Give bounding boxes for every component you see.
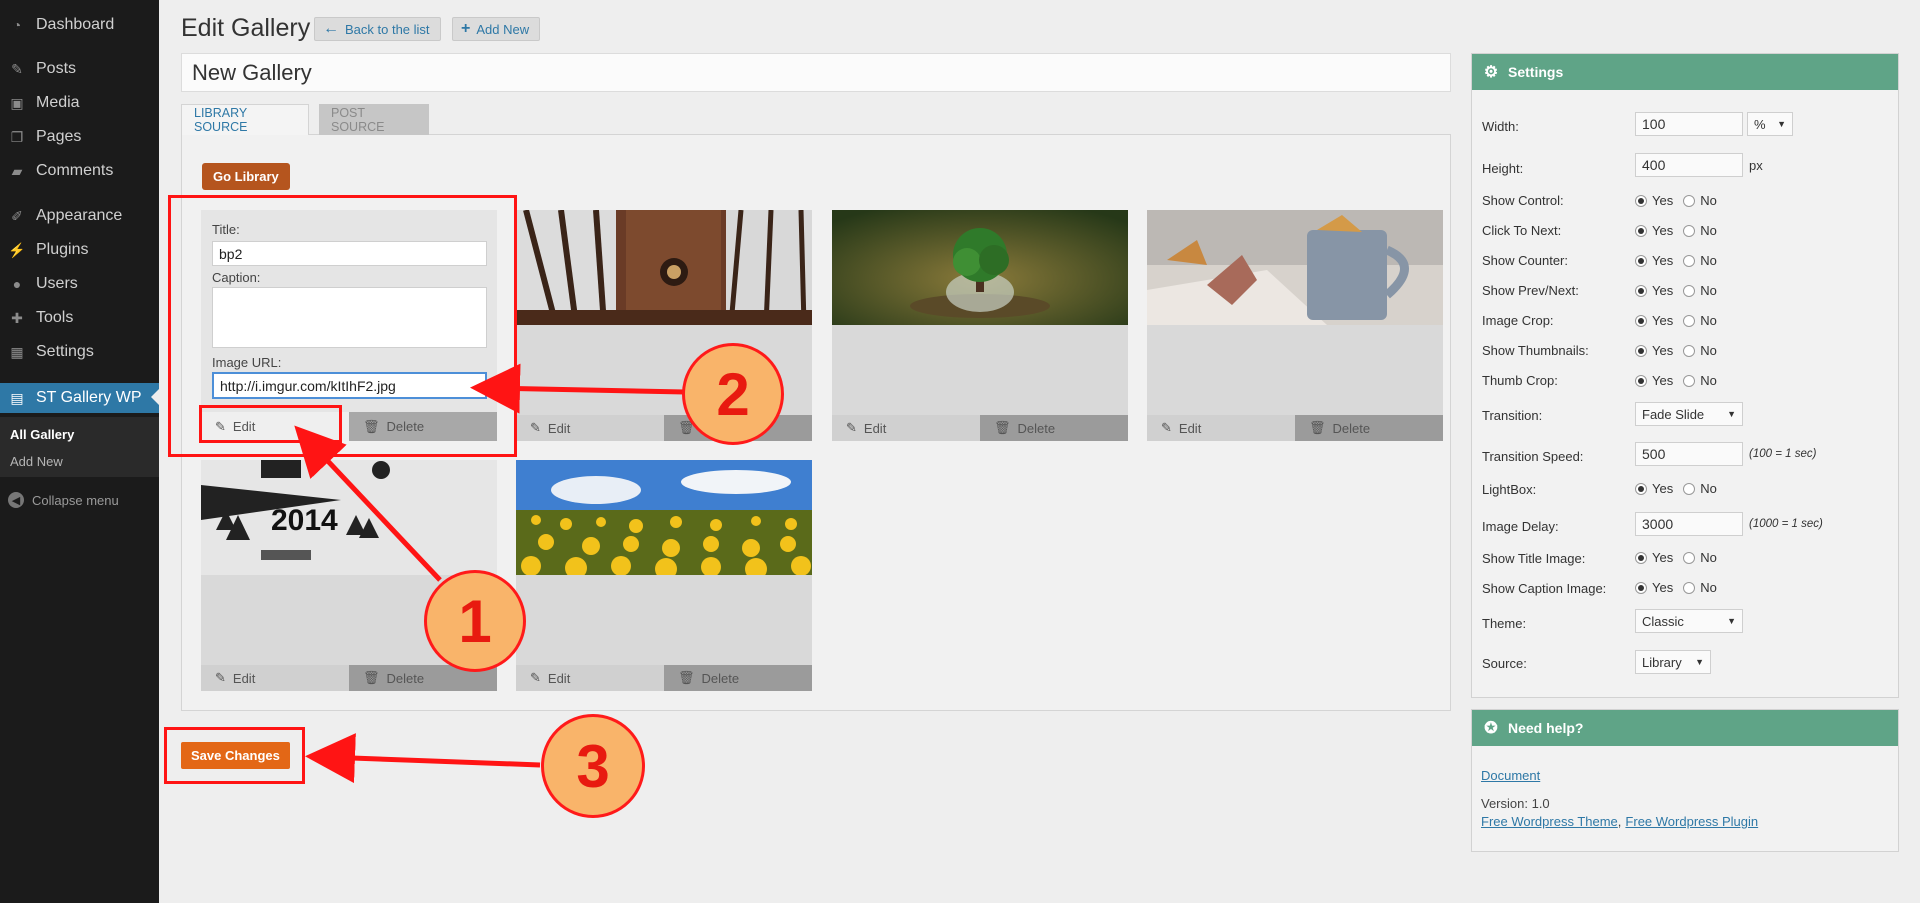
step-3-badge: 3 — [541, 714, 645, 818]
step-2-badge: 2 — [682, 343, 784, 445]
step-1-badge: 1 — [424, 570, 526, 672]
arrow-step-3 — [305, 733, 541, 784]
arrow-step-2 — [470, 363, 686, 414]
annotation-arrows — [294, 363, 686, 784]
arrow-step-1 — [294, 425, 442, 582]
